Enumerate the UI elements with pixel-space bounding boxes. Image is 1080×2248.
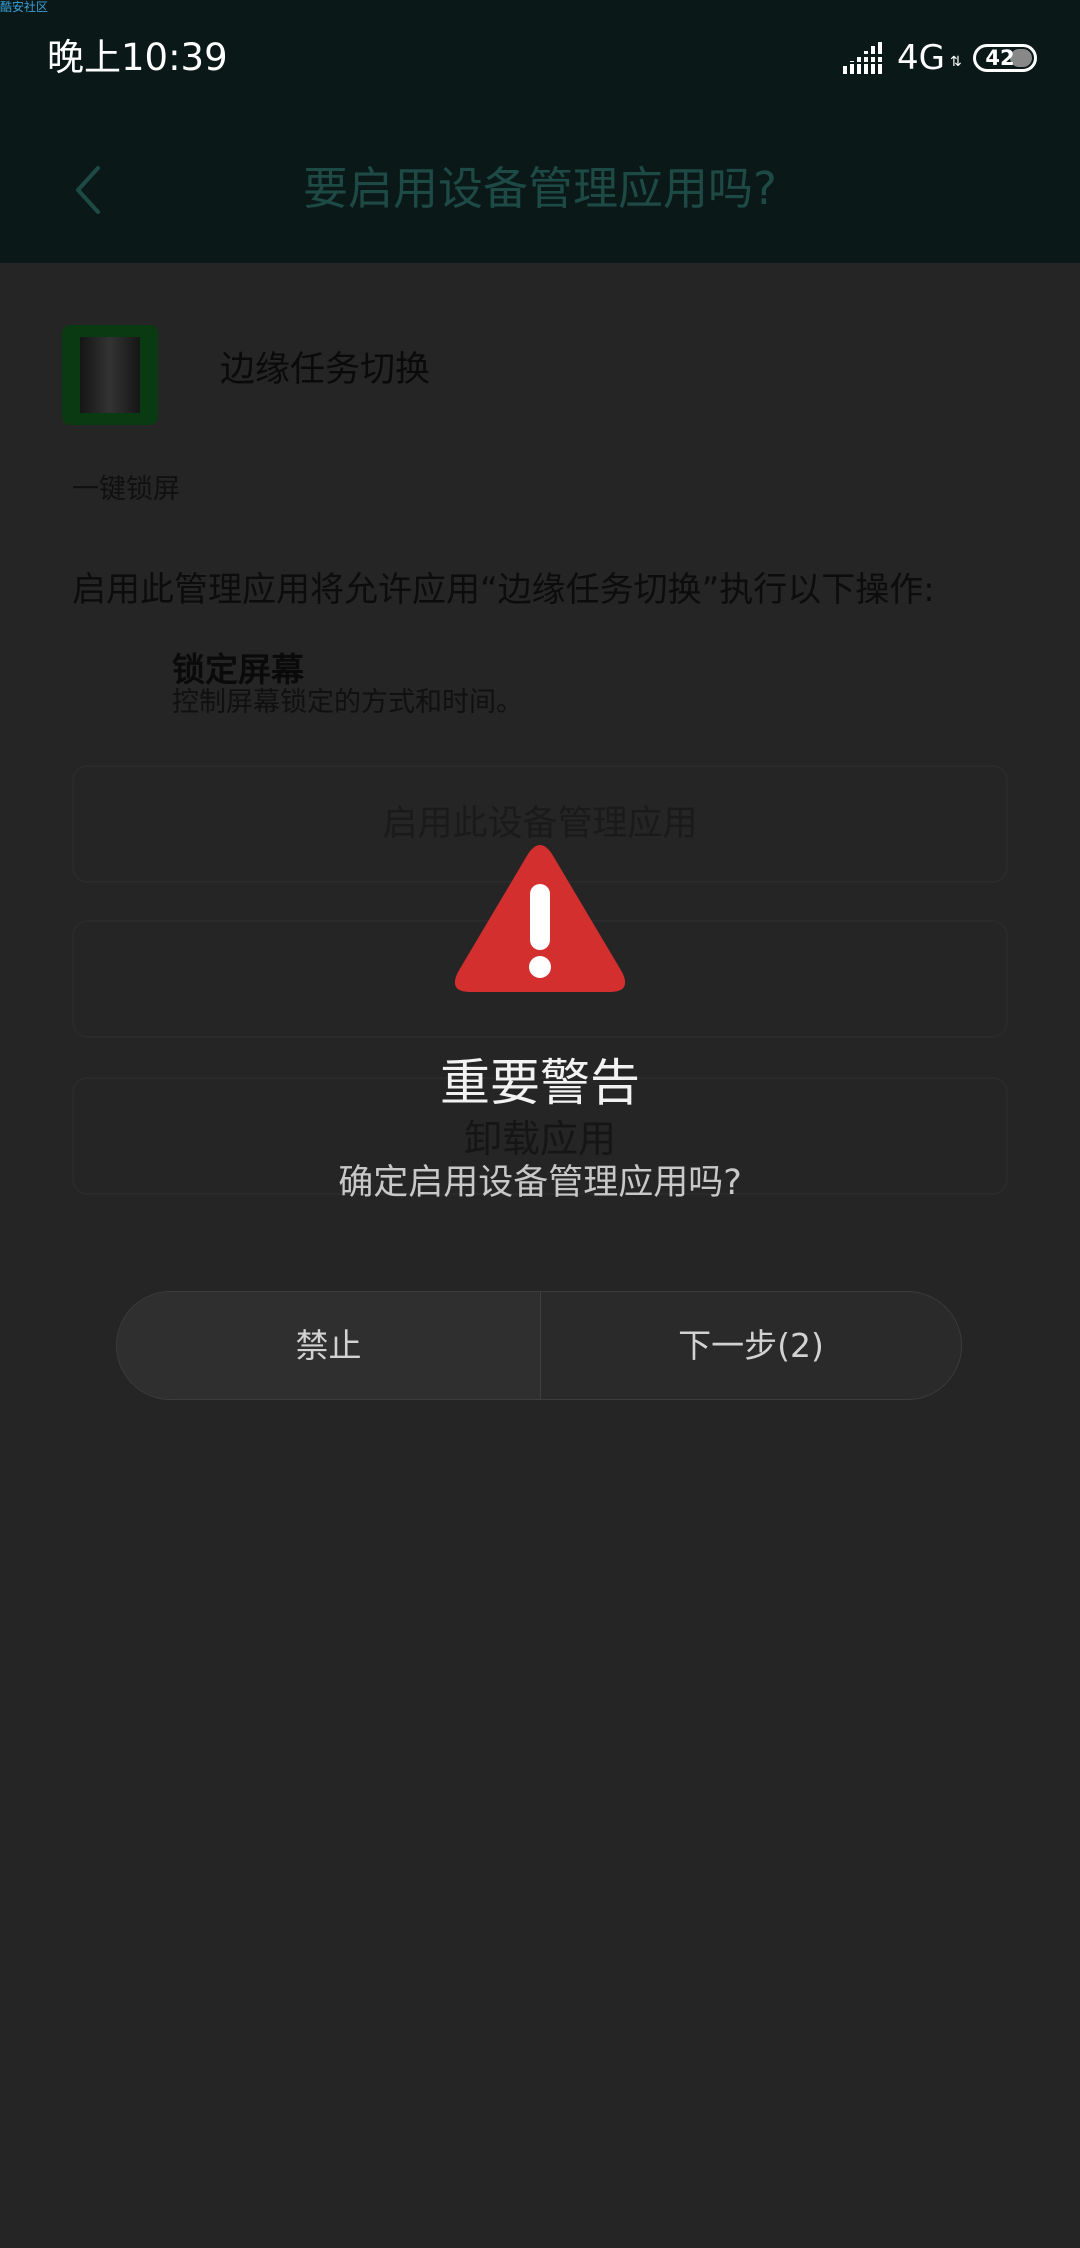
app-name: 边缘任务切换: [220, 350, 431, 390]
next-step-button[interactable]: 下一步(2): [541, 1292, 961, 1399]
battery-level: 42: [985, 46, 1015, 70]
network-type: 4G: [897, 38, 945, 78]
watermark-label: 酷安社区: [0, 0, 49, 14]
deny-button[interactable]: 禁止: [117, 1292, 540, 1399]
signal-icon: [843, 42, 885, 74]
status-time: 晚上10:39: [47, 36, 228, 79]
permission-intro: 启用此管理应用将允许应用“边缘任务切换”执行以下操作:: [72, 570, 935, 610]
dialog-button-bar: 禁止 下一步(2): [116, 1291, 962, 1400]
dialog-message: 确定启用设备管理应用吗?: [338, 1163, 742, 1203]
app-description: 一键锁屏: [72, 474, 180, 505]
app-icon: [62, 325, 158, 425]
status-bar: 酷安社区 晚上10:39 4G ⇅ 42: [0, 0, 1080, 120]
dialog-title: 重要警告: [440, 1054, 640, 1112]
screen: 酷安社区 晚上10:39 4G ⇅ 42 要启用设备管理应用吗? 边缘任务切换 …: [0, 0, 1080, 2248]
page-title: 要启用设备管理应用吗?: [303, 162, 777, 215]
data-activity-icon: ⇅: [950, 54, 962, 70]
warning-icon: [454, 845, 626, 992]
permission-description: 控制屏幕锁定的方式和时间。: [172, 687, 523, 718]
title-bar: 要启用设备管理应用吗?: [0, 120, 1080, 263]
battery-icon: 42: [973, 44, 1037, 72]
